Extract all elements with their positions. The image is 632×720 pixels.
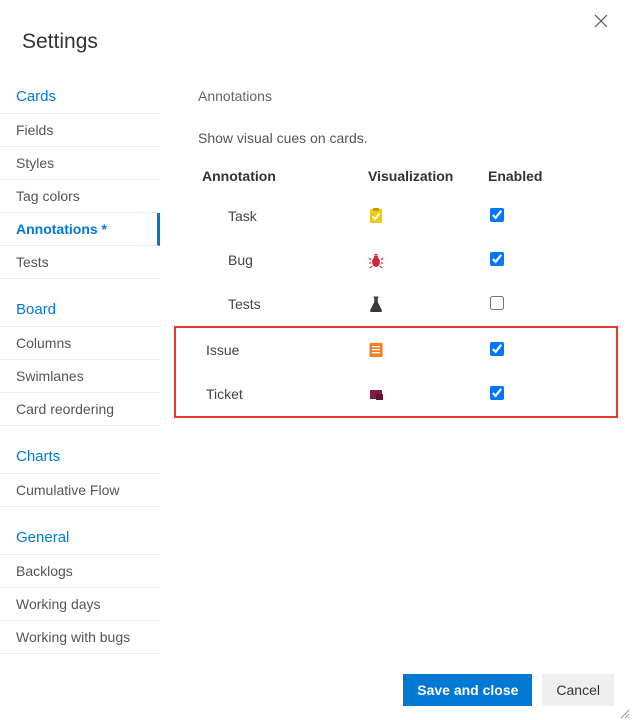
sidebar-item-backlogs[interactable]: Backlogs xyxy=(0,555,160,588)
dialog-footer: Save and close Cancel xyxy=(403,674,614,706)
column-enabled: Enabled xyxy=(488,168,568,184)
panel-description: Show visual cues on cards. xyxy=(198,130,612,146)
settings-sidebar: CardsFieldsStylesTag colorsAnnotations *… xyxy=(0,80,160,668)
column-visualization: Visualization xyxy=(368,168,488,184)
annotations-panel: Annotations Show visual cues on cards. A… xyxy=(160,80,632,668)
flask-icon xyxy=(368,296,488,312)
annotation-row-issue: Issue xyxy=(198,328,610,372)
sidebar-item-tag-colors[interactable]: Tag colors xyxy=(0,180,160,213)
annotations-rows: Task Bug Tests Issue Ticket xyxy=(198,194,612,418)
sidebar-item-cumulative-flow[interactable]: Cumulative Flow xyxy=(0,474,160,507)
close-button[interactable] xyxy=(594,14,608,31)
sidebar-section-general: General xyxy=(0,521,160,555)
table-header: Annotation Visualization Enabled xyxy=(198,164,612,194)
sidebar-section-board: Board xyxy=(0,293,160,327)
highlighted-rows: Issue Ticket xyxy=(174,326,618,418)
cancel-button[interactable]: Cancel xyxy=(542,674,614,706)
ticket-icon xyxy=(368,386,488,402)
annotation-row-task: Task xyxy=(198,194,612,238)
enabled-checkbox-tests[interactable] xyxy=(490,296,504,310)
annotation-name: Bug xyxy=(198,252,368,268)
sidebar-item-swimlanes[interactable]: Swimlanes xyxy=(0,360,160,393)
close-icon xyxy=(594,15,608,31)
sidebar-item-tests[interactable]: Tests xyxy=(0,246,160,279)
sidebar-section-charts: Charts xyxy=(0,440,160,474)
sidebar-item-working-days[interactable]: Working days xyxy=(0,588,160,621)
enabled-checkbox-issue[interactable] xyxy=(490,342,504,356)
enabled-checkbox-bug[interactable] xyxy=(490,252,504,266)
page-title: Settings xyxy=(0,0,632,80)
enabled-checkbox-task[interactable] xyxy=(490,208,504,222)
enabled-checkbox-ticket[interactable] xyxy=(490,386,504,400)
list-icon xyxy=(368,342,488,358)
task-icon xyxy=(368,208,488,224)
panel-heading: Annotations xyxy=(198,88,612,104)
sidebar-item-styles[interactable]: Styles xyxy=(0,147,160,180)
annotation-name: Ticket xyxy=(198,386,368,402)
annotation-row-bug: Bug xyxy=(198,238,612,282)
resize-handle[interactable] xyxy=(618,706,630,718)
annotation-row-ticket: Ticket xyxy=(198,372,610,416)
column-annotation: Annotation xyxy=(198,168,368,184)
sidebar-section-cards: Cards xyxy=(0,80,160,114)
sidebar-item-columns[interactable]: Columns xyxy=(0,327,160,360)
annotation-name: Issue xyxy=(198,342,368,358)
save-and-close-button[interactable]: Save and close xyxy=(403,674,532,706)
sidebar-item-card-reordering[interactable]: Card reordering xyxy=(0,393,160,426)
annotation-row-tests: Tests xyxy=(198,282,612,326)
annotation-name: Tests xyxy=(198,296,368,312)
annotation-name: Task xyxy=(198,208,368,224)
sidebar-item-fields[interactable]: Fields xyxy=(0,114,160,147)
sidebar-item-annotations[interactable]: Annotations * xyxy=(0,213,160,246)
sidebar-item-working-with-bugs[interactable]: Working with bugs xyxy=(0,621,160,654)
bug-icon xyxy=(368,252,488,268)
